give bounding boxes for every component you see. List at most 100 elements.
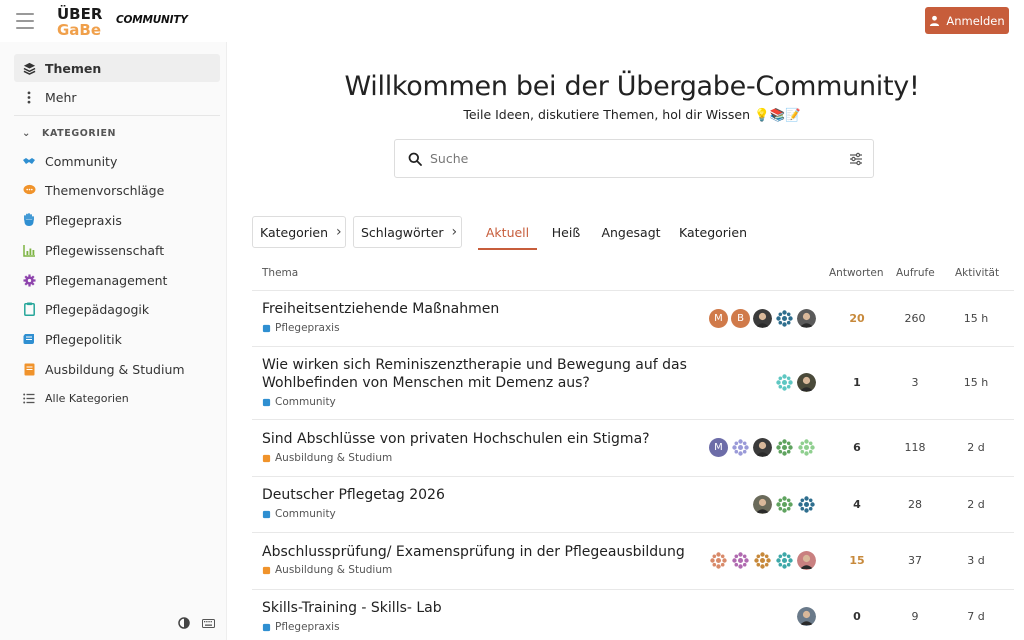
topic-category[interactable]: Community bbox=[262, 396, 336, 408]
categories-heading[interactable]: ⌄ KATEGORIEN bbox=[22, 128, 116, 139]
avatar[interactable] bbox=[775, 495, 794, 514]
avatar[interactable] bbox=[775, 373, 794, 392]
view-count: 9 bbox=[911, 610, 919, 623]
column-header-activity[interactable]: Aktivität bbox=[955, 262, 999, 284]
avatar[interactable] bbox=[797, 551, 816, 570]
sidebar-item-alle-kategorien[interactable]: Alle Kategorien bbox=[14, 384, 220, 412]
avatar[interactable]: B bbox=[731, 309, 750, 328]
sidebar-item-community[interactable]: Community bbox=[14, 147, 220, 175]
search-bar[interactable] bbox=[394, 139, 874, 178]
category-icon bbox=[262, 324, 271, 332]
avatar[interactable] bbox=[797, 438, 816, 457]
table-row[interactable]: Freiheitsentziehende Maßnahmen Pflegeprax… bbox=[252, 291, 1014, 347]
topic-category[interactable]: Pflegepraxis bbox=[262, 322, 340, 334]
topic-title[interactable]: Deutscher Pflegetag 2026 bbox=[262, 486, 702, 504]
sidebar-item-themen[interactable]: Themen bbox=[14, 54, 220, 82]
tab-aktuell[interactable]: Aktuell bbox=[478, 216, 537, 250]
column-header-topic: Thema bbox=[262, 267, 299, 279]
activity-time[interactable]: 15 h bbox=[956, 376, 996, 389]
tab-label: Heiß bbox=[551, 224, 581, 240]
category-icon bbox=[262, 566, 271, 574]
column-header-views[interactable]: Aufrufe bbox=[896, 262, 935, 284]
topic-category[interactable]: Community bbox=[262, 508, 336, 520]
sidebar-item-pflegewissenschaft[interactable]: Pflegewissenschaft bbox=[14, 236, 220, 264]
avatar[interactable] bbox=[775, 438, 794, 457]
avatar[interactable] bbox=[797, 495, 816, 514]
avatar[interactable] bbox=[797, 309, 816, 328]
search-input[interactable] bbox=[430, 151, 849, 166]
sidebar-item-pflegepolitik[interactable]: Pflegepolitik bbox=[14, 325, 220, 353]
topic-category[interactable]: Pflegepraxis bbox=[262, 621, 340, 633]
hand-icon bbox=[22, 213, 36, 227]
sidebar-item-pflegemanagement[interactable]: Pflegemanagement bbox=[14, 266, 220, 294]
topic-title[interactable]: Skills-Training - Skills- Lab bbox=[262, 599, 702, 617]
table-row[interactable]: Abschlussprüfung/ Examensprüfung in der … bbox=[252, 533, 1014, 590]
sidebar-item-pflegepraxis[interactable]: Pflegepraxis bbox=[14, 206, 220, 234]
activity-time[interactable]: 2 d bbox=[956, 441, 996, 454]
avatar[interactable] bbox=[775, 309, 794, 328]
scroll-icon bbox=[22, 332, 36, 346]
keyboard-icon[interactable] bbox=[200, 616, 216, 630]
topic-title[interactable]: Abschlussprüfung/ Examensprüfung in der … bbox=[262, 543, 702, 561]
avatar[interactable]: M bbox=[709, 309, 728, 328]
avatar[interactable] bbox=[731, 438, 750, 457]
table-row[interactable]: Skills-Training - Skills- Lab Pflegepraxi… bbox=[252, 590, 1014, 640]
filter-sliders-icon[interactable] bbox=[849, 152, 863, 166]
reply-count[interactable]: 20 bbox=[837, 312, 877, 325]
sidebar-item-themenvorschlaege[interactable]: Themenvorschläge bbox=[14, 176, 220, 204]
table-row[interactable]: Deutscher Pflegetag 2026 Community 4 28 2 d bbox=[252, 477, 1014, 533]
avatar[interactable] bbox=[797, 373, 816, 392]
tab-kategorien[interactable]: Kategorien bbox=[674, 216, 752, 248]
avatar[interactable] bbox=[753, 495, 772, 514]
user-icon bbox=[930, 15, 940, 26]
avatar[interactable] bbox=[775, 551, 794, 570]
table-row[interactable]: Sind Abschlüsse von privaten Hochschulen… bbox=[252, 420, 1014, 477]
page-subtitle: Teile Ideen, diskutiere Themen, hol dir … bbox=[463, 107, 801, 122]
tags-dropdown[interactable]: Schlagwörter › bbox=[353, 216, 462, 248]
activity-time[interactable]: 2 d bbox=[956, 498, 996, 511]
avatar[interactable] bbox=[731, 551, 750, 570]
svg-text:GaBe: GaBe bbox=[57, 21, 101, 37]
hamburger-menu-icon[interactable] bbox=[16, 13, 34, 29]
reply-count[interactable]: 4 bbox=[837, 498, 877, 511]
avatar[interactable] bbox=[709, 551, 728, 570]
reply-count[interactable]: 1 bbox=[837, 376, 877, 389]
avatar[interactable] bbox=[797, 607, 816, 626]
topic-title[interactable]: Sind Abschlüsse von privaten Hochschulen… bbox=[262, 430, 702, 448]
activity-time[interactable]: 7 d bbox=[956, 610, 996, 623]
clipboard-icon bbox=[22, 302, 36, 316]
topic-category-label: Pflegepraxis bbox=[275, 621, 340, 633]
sidebar-item-label: Pflegepraxis bbox=[45, 212, 122, 228]
reply-count[interactable]: 0 bbox=[837, 610, 877, 623]
activity-time[interactable]: 15 h bbox=[956, 312, 996, 325]
chevron-down-icon: ⌄ bbox=[22, 128, 31, 139]
topic-category[interactable]: Ausbildung & Studium bbox=[262, 452, 392, 464]
categories-dropdown[interactable]: Kategorien › bbox=[252, 216, 346, 248]
sidebar-item-ausbildung-studium[interactable]: Ausbildung & Studium bbox=[14, 355, 220, 383]
avatar[interactable]: M bbox=[709, 438, 728, 457]
column-header-replies[interactable]: Antworten bbox=[829, 262, 884, 284]
topic-category[interactable]: Ausbildung & Studium bbox=[262, 564, 392, 576]
sidebar-item-label: Pflegewissenschaft bbox=[45, 242, 165, 258]
reply-count[interactable]: 6 bbox=[837, 441, 877, 454]
site-header: ÜBER GaBe COMMUNITY Anmelden bbox=[0, 0, 1024, 42]
activity-time[interactable]: 3 d bbox=[956, 554, 996, 567]
sidebar-item-pflegepaedagogik[interactable]: Pflegepädagogik bbox=[14, 295, 220, 323]
topic-title[interactable]: Wie wirken sich Reminiszenztherapie und … bbox=[262, 356, 702, 392]
theme-toggle-icon[interactable] bbox=[176, 616, 192, 630]
topic-title[interactable]: Freiheitsentziehende Maßnahmen bbox=[262, 300, 702, 318]
tab-angesagt[interactable]: Angesagt bbox=[596, 216, 666, 248]
sidebar-item-mehr[interactable]: Mehr bbox=[14, 83, 220, 111]
uebergabe-logo[interactable]: ÜBER GaBe bbox=[57, 5, 111, 37]
table-row[interactable]: Wie wirken sich Reminiszenztherapie und … bbox=[252, 347, 1014, 420]
brand-label[interactable]: COMMUNITY bbox=[116, 14, 188, 26]
avatar[interactable] bbox=[753, 438, 772, 457]
avatar[interactable] bbox=[753, 551, 772, 570]
avatar[interactable] bbox=[753, 309, 772, 328]
page-title: Willkommen bei der Übergabe-Community! bbox=[344, 71, 920, 102]
reply-count[interactable]: 15 bbox=[837, 554, 877, 567]
login-button[interactable]: Anmelden bbox=[925, 7, 1009, 34]
chevron-right-icon: › bbox=[336, 224, 342, 240]
tab-heiss[interactable]: Heiß bbox=[544, 216, 588, 248]
poster-avatars bbox=[775, 373, 816, 392]
